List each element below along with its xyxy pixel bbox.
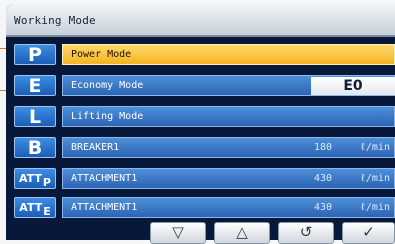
mode-row-breaker[interactable]: B BREAKER1 180 ℓ/min (6, 137, 395, 159)
mode-row-lifting[interactable]: L Lifting Mode (6, 106, 395, 128)
flow-value: 430 (313, 202, 332, 213)
mode-label: BREAKER1 (71, 142, 120, 153)
back-button[interactable]: ↺ (278, 222, 334, 244)
economy-level-value: E0 (311, 77, 395, 95)
working-mode-panel: Working Mode P Power Mode E Economy Mode… (6, 4, 395, 240)
up-button[interactable]: △ (214, 222, 270, 244)
power-mode-bar[interactable]: Power Mode (62, 44, 395, 65)
key-p[interactable]: P (14, 44, 56, 66)
breaker-bar[interactable]: BREAKER1 180 ℓ/min (62, 137, 395, 158)
flow-unit: ℓ/min (359, 202, 390, 213)
check-icon: ✓ (362, 223, 375, 241)
key-b[interactable]: B (14, 137, 56, 159)
mode-row-power[interactable]: P Power Mode (6, 44, 395, 66)
flow-value: 430 (313, 173, 332, 184)
mode-row-attachment-p[interactable]: ATT P ATTACHMENT1 430 ℓ/min (6, 168, 395, 190)
mode-label: Economy Mode (71, 80, 144, 91)
mode-label: Power Mode (71, 49, 132, 60)
mode-label: Lifting Mode (71, 111, 144, 122)
mode-label: ATTACHMENT1 (71, 173, 138, 184)
mode-label: ATTACHMENT1 (71, 202, 138, 213)
flow-value: 180 (313, 142, 332, 153)
flow-unit: ℓ/min (359, 173, 390, 184)
confirm-button[interactable]: ✓ (342, 222, 395, 244)
down-button[interactable]: ▽ (150, 222, 206, 244)
key-att-e[interactable]: ATT E (14, 197, 56, 218)
mode-row-economy[interactable]: E Economy Mode E0 (6, 75, 395, 97)
return-icon: ↺ (299, 223, 313, 241)
attachment-e-bar[interactable]: ATTACHMENT1 430 ℓ/min (62, 197, 395, 218)
key-att-p[interactable]: ATT P (14, 168, 56, 189)
down-arrow-icon: ▽ (172, 223, 184, 241)
mode-row-attachment-e[interactable]: ATT E ATTACHMENT1 430 ℓ/min (6, 197, 395, 219)
attachment-p-bar[interactable]: ATTACHMENT1 430 ℓ/min (62, 168, 395, 189)
page-title: Working Mode (14, 14, 96, 27)
flow-unit: ℓ/min (359, 142, 390, 153)
economy-mode-bar[interactable]: Economy Mode E0 (62, 75, 395, 96)
title-bar: Working Mode (6, 4, 395, 37)
lifting-mode-bar[interactable]: Lifting Mode (62, 106, 395, 127)
key-l[interactable]: L (14, 106, 56, 128)
up-arrow-icon: △ (236, 223, 248, 241)
key-e[interactable]: E (14, 75, 56, 97)
